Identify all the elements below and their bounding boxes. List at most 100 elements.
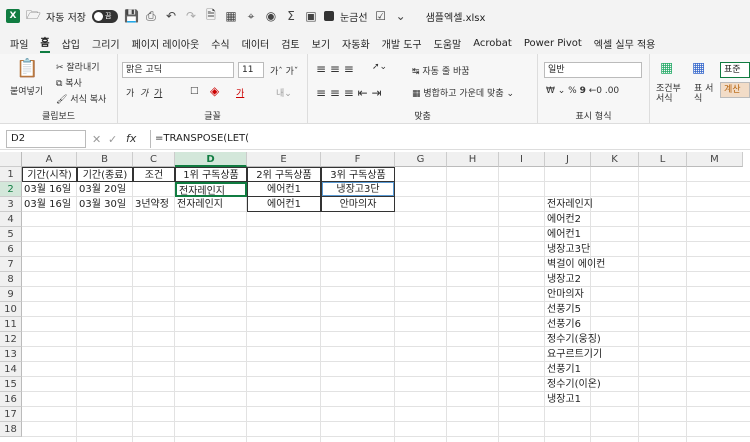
menu-item[interactable]: 삽입 <box>62 36 80 51</box>
select-all-corner[interactable] <box>0 152 22 167</box>
list-item[interactable]: 선풍기6 <box>545 317 625 332</box>
list-item[interactable]: 요구르트기기 <box>545 347 625 362</box>
bold-icon[interactable]: 가 가 가 <box>126 86 162 99</box>
row-header[interactable]: 12 <box>0 332 22 347</box>
format-painter-button[interactable]: 🖌 서식 복사 <box>56 92 106 105</box>
style-normal[interactable]: 표준 <box>720 62 750 78</box>
row-header[interactable]: 2 <box>0 182 22 197</box>
row-header[interactable]: 11 <box>0 317 22 332</box>
row-header[interactable]: 10 <box>0 302 22 317</box>
column-header[interactable]: M <box>687 152 743 167</box>
undo-icon[interactable]: ↶ <box>164 9 178 23</box>
autosave-toggle[interactable]: 끔 <box>91 9 118 23</box>
menu-item[interactable]: 파일 <box>10 36 28 51</box>
open-folder-icon[interactable]: 🗁 <box>26 6 41 27</box>
row-header[interactable]: 13 <box>0 347 22 362</box>
column-header[interactable]: C <box>133 152 175 167</box>
column-header[interactable]: B <box>77 152 133 167</box>
cell[interactable]: 에어컨1 <box>247 197 321 212</box>
column-header[interactable]: G <box>395 152 447 167</box>
align-left-icon[interactable]: ≡ ≡ ≡ ⇤ ⇥ <box>316 86 382 100</box>
cell[interactable]: 기간(시작) <box>22 167 77 182</box>
merge-center-button[interactable]: ▦ 병합하고 가운데 맞춤 ⌄ <box>412 86 514 99</box>
formula-input[interactable]: =TRANSPOSE(LET( <box>150 130 746 148</box>
menu-item[interactable]: 자동화 <box>342 36 370 51</box>
copy-button[interactable]: ⧉ 복사 <box>56 76 82 89</box>
row-header[interactable]: 18 <box>0 422 22 437</box>
list-item[interactable]: 선풍기1 <box>545 362 625 377</box>
fill-color-icon[interactable]: ◈ <box>210 84 219 98</box>
cell[interactable]: 냉장고3단 <box>321 182 395 197</box>
menu-item[interactable]: 개발 도구 <box>382 36 422 51</box>
format-table-icon[interactable]: ▦ <box>692 60 705 76</box>
cancel-entry-icon[interactable]: ✕ <box>92 133 101 146</box>
cell[interactable]: 03월 16일 <box>22 182 77 197</box>
column-header[interactable]: A <box>22 152 77 167</box>
cell[interactable]: 3년약정 <box>133 197 175 212</box>
row-header[interactable]: 9 <box>0 287 22 302</box>
grid-icon[interactable]: ▦ <box>224 9 238 23</box>
font-color-icon[interactable]: 가 <box>236 86 244 99</box>
gridlines-checkbox[interactable] <box>323 11 334 21</box>
row-header[interactable]: 17 <box>0 407 22 422</box>
column-header[interactable]: F <box>321 152 395 167</box>
list-item[interactable]: 냉장고2 <box>545 272 625 287</box>
list-item[interactable]: 냉장고3단 <box>545 242 625 257</box>
border-icon[interactable]: □ <box>190 86 199 96</box>
column-header[interactable]: J <box>545 152 591 167</box>
menu-item[interactable]: 페이지 레이아웃 <box>132 36 200 51</box>
list-item[interactable]: 정수기(이온) <box>545 377 625 392</box>
new-file-icon[interactable]: 🗎 <box>204 6 218 27</box>
menu-item[interactable]: 수식 <box>211 36 229 51</box>
paste-icon[interactable]: 📋 <box>16 58 38 79</box>
conditional-format-icon[interactable]: ▦ <box>660 60 673 76</box>
column-header[interactable]: I <box>499 152 545 167</box>
row-header[interactable]: 1 <box>0 167 22 182</box>
grow-font-icon[interactable]: 가ˆ 가ˇ <box>270 64 298 77</box>
list-item[interactable]: 전자레인지 <box>545 197 625 212</box>
camera-icon[interactable]: ◉ <box>264 9 278 23</box>
menu-item[interactable]: 보기 <box>312 36 330 51</box>
paste-button[interactable]: 붙여넣기 <box>10 84 43 97</box>
cell[interactable]: 2위 구독상품 <box>247 167 321 182</box>
column-header[interactable]: D <box>175 152 247 167</box>
cell[interactable]: 3위 구독상품 <box>321 167 395 182</box>
list-item[interactable]: 안마의자 <box>545 287 625 302</box>
list-item[interactable]: 정수기(웅징) <box>545 332 625 347</box>
cell[interactable]: 03월 16일 <box>22 197 77 212</box>
check-icon[interactable]: ☑ <box>374 9 388 23</box>
menu-item[interactable]: 홈 <box>40 34 50 53</box>
row-header[interactable]: 16 <box>0 392 22 407</box>
cell[interactable]: 03월 20일 <box>77 182 133 197</box>
list-item[interactable]: 벽걸이 에이컨 <box>545 257 625 272</box>
menu-item[interactable]: Acrobat <box>473 38 512 49</box>
number-format-select[interactable]: 일반 <box>544 62 642 78</box>
cell[interactable]: 안마의자 <box>321 197 395 212</box>
print-icon[interactable]: ⎙ <box>144 9 158 24</box>
cell[interactable]: 1위 구독상품 <box>175 167 247 182</box>
menu-item[interactable]: 도움말 <box>434 36 462 51</box>
font-size-select[interactable]: 11 <box>238 62 264 78</box>
row-header[interactable]: 8 <box>0 272 22 287</box>
menu-item[interactable]: 검토 <box>281 36 299 51</box>
column-header[interactable]: H <box>447 152 499 167</box>
menu-item[interactable]: 그리기 <box>92 36 120 51</box>
crop-icon[interactable]: ⌖ <box>244 9 258 24</box>
column-header[interactable]: K <box>591 152 639 167</box>
cell[interactable]: 조건 <box>133 167 175 182</box>
row-header[interactable]: 4 <box>0 212 22 227</box>
cell[interactable]: 기간(종료) <box>77 167 133 182</box>
redo-icon[interactable]: ↷ <box>184 9 198 23</box>
align-top-icon[interactable]: ≡ ≡ ≡ <box>316 62 354 76</box>
cell[interactable]: 에어컨1 <box>247 182 321 197</box>
row-header[interactable]: 15 <box>0 377 22 392</box>
row-header[interactable]: 7 <box>0 257 22 272</box>
row-header[interactable]: 14 <box>0 362 22 377</box>
list-item[interactable]: 에어컨2 <box>545 212 625 227</box>
function-icon[interactable]: Σ <box>284 9 298 23</box>
cell[interactable]: 전자레인지 <box>175 197 247 212</box>
row-header[interactable]: 5 <box>0 227 22 242</box>
row-header[interactable]: 6 <box>0 242 22 257</box>
column-header[interactable]: L <box>639 152 687 167</box>
style-calculation[interactable]: 계산 <box>720 82 750 98</box>
